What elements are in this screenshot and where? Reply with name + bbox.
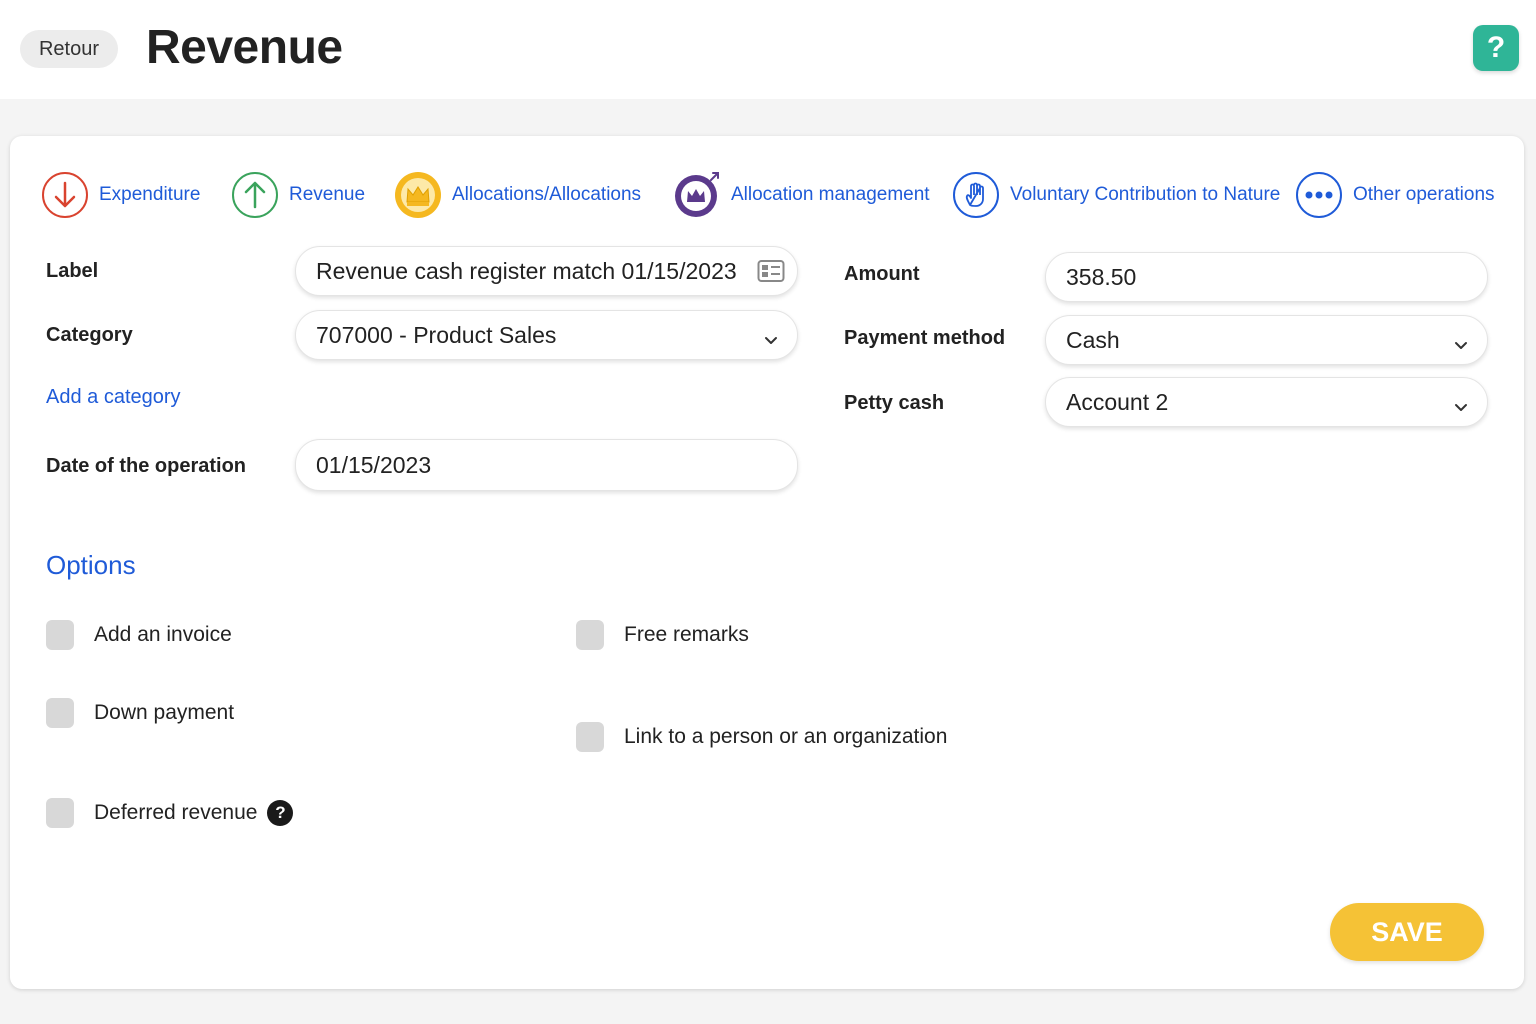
petty-cash-value: Account 2 bbox=[1066, 388, 1169, 415]
chevron-down-icon bbox=[1453, 332, 1469, 349]
add-invoice-checkbox[interactable] bbox=[46, 620, 74, 650]
link-person-checkbox[interactable] bbox=[576, 722, 604, 752]
add-category-link[interactable]: Add a category bbox=[46, 386, 181, 409]
chevron-down-icon bbox=[763, 327, 779, 344]
op-revenue[interactable]: Revenue bbox=[231, 171, 365, 219]
date-input-value: 01/15/2023 bbox=[316, 451, 432, 478]
down-payment-checkbox[interactable] bbox=[46, 698, 74, 728]
amount-input-value: 358.50 bbox=[1066, 263, 1137, 290]
crown-arrow-icon bbox=[673, 171, 721, 219]
free-remarks-checkbox[interactable] bbox=[576, 620, 604, 650]
option-label: Link to a person or an organization bbox=[624, 725, 948, 748]
help-button[interactable]: ? bbox=[1473, 25, 1519, 71]
option-label: Deferred revenue bbox=[94, 801, 258, 824]
category-field-label: Category bbox=[46, 324, 133, 346]
option-deferred-revenue[interactable]: Deferred revenue ? bbox=[46, 798, 294, 828]
top-bar: Retour Revenue ? bbox=[0, 0, 1536, 99]
option-label: Free remarks bbox=[624, 623, 749, 646]
arrow-down-icon bbox=[41, 171, 89, 219]
payment-method-select[interactable]: Cash bbox=[1045, 315, 1488, 365]
id-card-icon[interactable] bbox=[757, 259, 785, 283]
op-label: Allocation management bbox=[731, 184, 930, 205]
petty-cash-select[interactable]: Account 2 bbox=[1045, 377, 1488, 427]
op-allocations[interactable]: Allocations/Allocations bbox=[394, 171, 641, 219]
op-label: Other operations bbox=[1353, 184, 1495, 205]
op-allocation-management[interactable]: Allocation management bbox=[673, 171, 930, 219]
option-link-person[interactable]: Link to a person or an organization bbox=[576, 722, 947, 752]
label-input[interactable]: Revenue cash register match 01/15/2023 bbox=[295, 246, 798, 296]
op-label: Revenue bbox=[289, 184, 366, 205]
op-voluntary-contribution[interactable]: Voluntary Contribution to Nature bbox=[952, 171, 1280, 219]
dots-icon bbox=[1295, 171, 1343, 219]
options-title: Options bbox=[46, 550, 136, 580]
op-expenditure[interactable]: Expenditure bbox=[41, 171, 200, 219]
form-card: Expenditure Revenue Allocations/Allocati… bbox=[10, 136, 1524, 989]
option-label: Down payment bbox=[94, 701, 235, 724]
option-label: Add an invoice bbox=[94, 623, 232, 646]
payment-method-field-label: Payment method bbox=[844, 327, 1006, 349]
op-label: Allocations/Allocations bbox=[452, 184, 642, 205]
op-other-operations[interactable]: Other operations bbox=[1295, 171, 1495, 219]
label-field-label: Label bbox=[46, 260, 99, 282]
deferred-revenue-checkbox[interactable] bbox=[46, 798, 74, 828]
amount-input[interactable]: 358.50 bbox=[1045, 252, 1488, 302]
op-label: Expenditure bbox=[99, 184, 201, 205]
op-label: Voluntary Contribution to Nature bbox=[1010, 184, 1281, 205]
option-free-remarks[interactable]: Free remarks bbox=[576, 620, 749, 650]
save-button[interactable]: SAVE bbox=[1330, 903, 1484, 961]
label-input-value: Revenue cash register match 01/15/2023 bbox=[316, 257, 737, 284]
back-button[interactable]: Retour bbox=[20, 30, 118, 68]
option-add-invoice[interactable]: Add an invoice bbox=[46, 620, 232, 650]
date-input[interactable]: 01/15/2023 bbox=[295, 439, 798, 491]
category-select-value: 707000 - Product Sales bbox=[316, 321, 557, 348]
amount-field-label: Amount bbox=[844, 263, 920, 285]
crown-icon bbox=[394, 171, 442, 219]
hand-icon bbox=[952, 171, 1000, 219]
arrow-up-icon bbox=[231, 171, 279, 219]
payment-method-value: Cash bbox=[1066, 326, 1120, 353]
category-select[interactable]: 707000 - Product Sales bbox=[295, 310, 798, 360]
page-title: Revenue bbox=[146, 21, 343, 74]
chevron-down-icon bbox=[1453, 394, 1469, 411]
date-field-label: Date of the operation bbox=[46, 455, 247, 477]
option-down-payment[interactable]: Down payment bbox=[46, 698, 234, 728]
help-circle-icon[interactable]: ? bbox=[267, 800, 294, 826]
petty-cash-field-label: Petty cash bbox=[844, 392, 945, 414]
